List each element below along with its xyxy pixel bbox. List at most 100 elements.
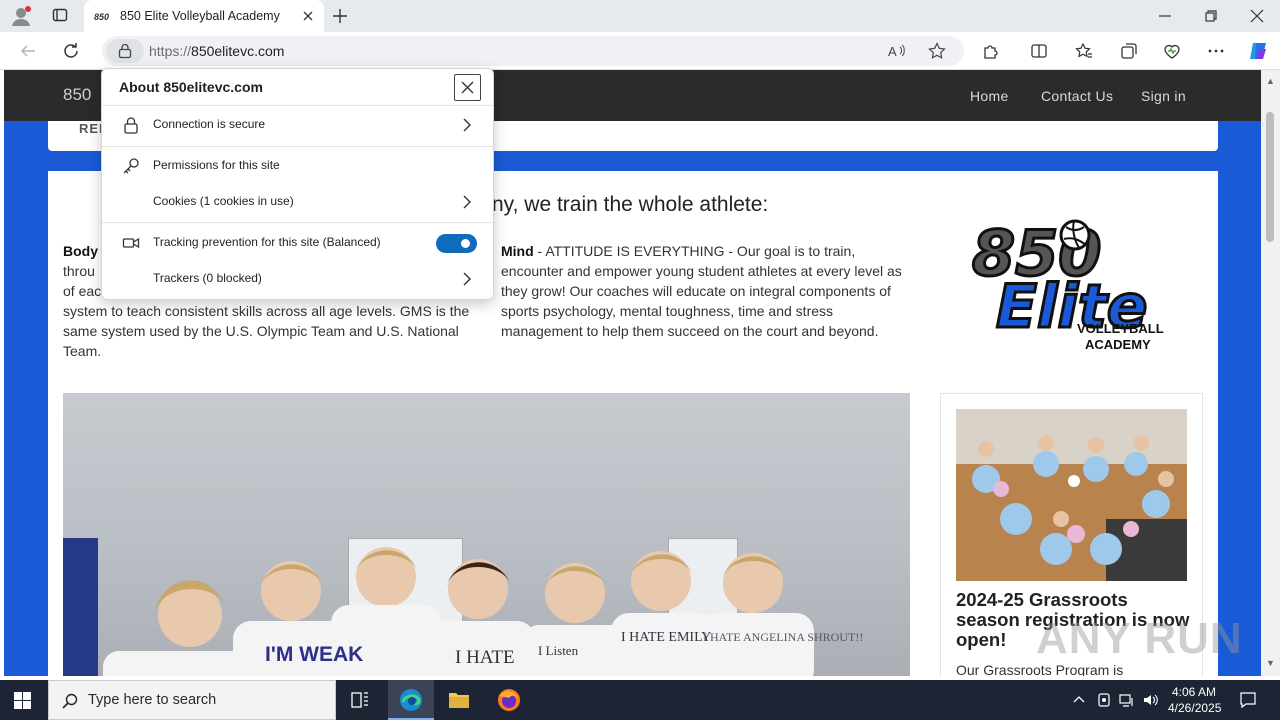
- restore-icon[interactable]: [1203, 8, 1219, 24]
- tracking-prevention-row: Tracking prevention for this site (Balan…: [102, 225, 493, 261]
- key-icon: [123, 158, 139, 174]
- permissions-row[interactable]: Permissions for this site: [102, 148, 493, 184]
- trackers-label: Trackers (0 blocked): [153, 271, 262, 285]
- academy-logo: 850 Elite VOLLEYBALL ACADEMY: [971, 216, 1164, 353]
- url-bar[interactable]: https://850elitevc.com A: [102, 36, 964, 66]
- windows-start-icon[interactable]: [14, 692, 31, 709]
- lock-icon: [118, 43, 132, 59]
- svg-text:850: 850: [94, 12, 109, 21]
- tracking-prevention-toggle[interactable]: [436, 234, 477, 253]
- read-aloud-icon[interactable]: A: [888, 43, 906, 59]
- toggle-knob: [461, 239, 470, 248]
- browser-essentials-icon[interactable]: [1163, 42, 1181, 60]
- team-photo: I'M WEAK I HATE I Listen I HATE EMILY I …: [63, 393, 910, 676]
- site-info-button[interactable]: [106, 39, 144, 63]
- firefox-icon: [498, 689, 520, 711]
- favorites-icon[interactable]: [1075, 42, 1093, 60]
- grassroots-text: Our Grassroots Program is: [956, 662, 1124, 676]
- collections-icon[interactable]: [1120, 42, 1138, 60]
- nav-contact-us[interactable]: Contact Us: [1041, 88, 1113, 104]
- page-scrollbar[interactable]: ▲ ▼: [1261, 70, 1280, 676]
- lock-icon: [124, 117, 138, 134]
- taskbar-search-box[interactable]: Type here to search: [48, 680, 336, 720]
- tracking-icon: [122, 237, 140, 249]
- nav-home[interactable]: Home: [970, 88, 1009, 104]
- chevron-right-icon: [463, 195, 471, 209]
- chevron-right-icon: [463, 118, 471, 132]
- scroll-up-icon[interactable]: ▲: [1266, 76, 1275, 86]
- taskbar-file-explorer[interactable]: [436, 680, 482, 720]
- profile-avatar-icon[interactable]: [10, 5, 32, 27]
- shirt-text: I Listen: [538, 643, 579, 658]
- tab-active[interactable]: 850 850 Elite Volleyball Academy: [84, 0, 324, 32]
- volume-icon[interactable]: [1143, 692, 1159, 708]
- refresh-icon[interactable]: [62, 42, 80, 60]
- subbar-link[interactable]: REI: [79, 121, 104, 136]
- new-tab-icon[interactable]: [332, 8, 348, 24]
- favorite-star-icon[interactable]: [928, 42, 946, 60]
- address-toolbar: https://850elitevc.com A: [0, 32, 1280, 70]
- clock-date: 4/26/2025: [1168, 701, 1222, 715]
- tab-title: 850 Elite Volleyball Academy: [120, 9, 280, 23]
- tab-close-icon[interactable]: [301, 9, 315, 23]
- close-window-icon[interactable]: [1249, 8, 1265, 24]
- body-text: system to teach consistent skills across…: [63, 303, 470, 359]
- popup-divider: [102, 222, 493, 223]
- popup-divider: [102, 146, 493, 147]
- network-icon[interactable]: [1119, 692, 1135, 708]
- url-scheme: https://: [149, 43, 192, 59]
- site-favicon-icon: 850: [94, 12, 109, 21]
- edge-icon: [400, 689, 422, 711]
- tray-app-icon[interactable]: [1096, 692, 1112, 708]
- cookies-row[interactable]: Cookies (1 cookies in use): [102, 184, 493, 220]
- site-info-popup: About 850elitevc.com Connection is secur…: [101, 68, 494, 300]
- players-illustration: I'M WEAK I HATE I Listen I HATE EMILY I …: [103, 547, 863, 676]
- body-heading: Body: [63, 243, 98, 259]
- site-brand[interactable]: 850: [63, 85, 91, 105]
- popup-divider: [102, 105, 493, 106]
- task-view-button[interactable]: [337, 680, 383, 720]
- taskbar-edge[interactable]: [388, 680, 434, 720]
- nav-sign-in[interactable]: Sign in: [1141, 88, 1186, 104]
- url-host: 850elitevc.com: [191, 43, 285, 59]
- shirt-text: I HATE ANGELINA SHROUT!!: [703, 630, 863, 644]
- folder-icon: [449, 693, 469, 708]
- close-icon: [461, 81, 474, 94]
- permissions-label: Permissions for this site: [153, 158, 280, 172]
- mind-heading: Mind: [501, 243, 534, 259]
- trackers-row[interactable]: Trackers (0 blocked): [102, 261, 493, 297]
- task-view-icon: [351, 692, 368, 708]
- shirt-text: I'M WEAK: [265, 643, 363, 666]
- tray-overflow-icon[interactable]: [1071, 692, 1087, 708]
- browser-tab-bar: 850 850 Elite Volleyball Academy: [0, 0, 1280, 32]
- logo-line-1: VOLLEYBALL: [1077, 321, 1164, 336]
- copilot-icon[interactable]: [1247, 40, 1269, 62]
- taskbar-firefox[interactable]: [486, 680, 532, 720]
- notifications-icon[interactable]: [1239, 691, 1257, 709]
- taskbar-clock[interactable]: 4:06 AM 4/26/2025: [1168, 684, 1222, 716]
- clock-time: 4:06 AM: [1171, 685, 1217, 699]
- back-arrow-icon[interactable]: [19, 42, 37, 60]
- minimize-icon[interactable]: [1157, 8, 1173, 24]
- shirt-text: I HATE EMILY: [621, 630, 711, 645]
- page-headline: ny, we train the whole athlete:: [492, 193, 769, 216]
- more-menu-icon[interactable]: [1207, 42, 1225, 60]
- connection-secure-row[interactable]: Connection is secure: [102, 107, 493, 143]
- chevron-right-icon: [463, 272, 471, 286]
- logo-line-2: ACADEMY: [1085, 337, 1151, 352]
- url-text[interactable]: https://850elitevc.com: [149, 43, 284, 59]
- search-icon: [62, 693, 78, 709]
- scroll-thumb[interactable]: [1266, 112, 1274, 242]
- shirt-text: I HATE: [455, 647, 515, 668]
- anyrun-watermark: ANY RUN: [1036, 614, 1243, 663]
- tab-actions-icon[interactable]: [52, 7, 68, 23]
- search-placeholder: Type here to search: [88, 692, 217, 708]
- mind-column: Mind - ATTITUDE IS EVERYTHING - Our goal…: [501, 241, 911, 341]
- split-screen-icon[interactable]: [1030, 42, 1048, 60]
- scroll-down-icon[interactable]: ▼: [1266, 658, 1275, 668]
- popup-title: About 850elitevc.com: [119, 79, 263, 95]
- popup-close-button[interactable]: [454, 74, 481, 101]
- grassroots-photo: [956, 409, 1187, 581]
- connection-secure-label: Connection is secure: [153, 117, 266, 131]
- extensions-icon[interactable]: [982, 42, 1000, 60]
